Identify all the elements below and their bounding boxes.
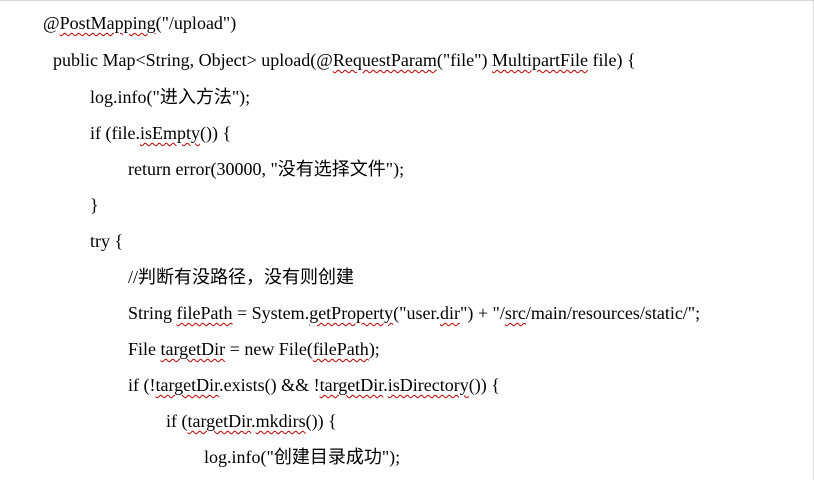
code-text: = new File( bbox=[225, 339, 313, 359]
code-line: File targetDir = new File(filePath); bbox=[128, 338, 380, 360]
spellcheck-word: MultipartFile bbox=[492, 50, 588, 70]
code-line: //判断有没路径，没有则创建 bbox=[128, 266, 354, 288]
page-top-border bbox=[0, 0, 814, 1]
spellcheck-word: filePath bbox=[312, 339, 369, 359]
code-text: return error(30000, "没有选择文件"); bbox=[128, 159, 405, 179]
spellcheck-word: isDirectory bbox=[387, 375, 469, 395]
spellcheck-word: targetDir bbox=[319, 375, 384, 395]
code-line: try { bbox=[90, 230, 123, 252]
code-text: if (! bbox=[128, 375, 156, 395]
code-text: file) { bbox=[588, 50, 636, 70]
spellcheck-word: src bbox=[504, 303, 526, 323]
code-text: ()) { bbox=[200, 123, 232, 143]
code-text: public Map<String, Object> upload(@ bbox=[53, 50, 333, 70]
spellcheck-word: mkdirs bbox=[255, 411, 306, 431]
code-line: String filePath = System.getProperty("us… bbox=[128, 302, 700, 324]
code-text: ()) { bbox=[305, 411, 337, 431]
code-text: if (file. bbox=[90, 123, 140, 143]
document-page: @PostMapping("/upload") public Map<Strin… bbox=[0, 0, 814, 480]
code-text: File bbox=[128, 339, 161, 359]
code-text: ); bbox=[368, 339, 380, 359]
code-text: } bbox=[90, 195, 99, 215]
spellcheck-word: filePath bbox=[176, 303, 233, 323]
code-text: if ( bbox=[166, 411, 188, 431]
spellcheck-word: targetDir bbox=[160, 339, 226, 359]
code-line: if (!targetDir.exists() && !targetDir.is… bbox=[128, 374, 500, 396]
code-line: return error(30000, "没有选择文件"); bbox=[128, 158, 404, 180]
code-text: /main/resources/static/"; bbox=[525, 303, 701, 323]
code-text: = System. bbox=[232, 303, 310, 323]
code-line: public Map<String, Object> upload(@Reque… bbox=[53, 49, 636, 71]
spellcheck-word: dir bbox=[440, 303, 461, 323]
spellcheck-word: getProperty bbox=[309, 303, 394, 323]
code-text: ") + "/ bbox=[460, 303, 505, 323]
code-text: log.info("创建目录成功"); bbox=[204, 447, 401, 467]
spellcheck-word: targetDir bbox=[187, 411, 252, 431]
code-line: } bbox=[90, 194, 99, 216]
code-text: ("user. bbox=[393, 303, 441, 323]
spellcheck-word: isEmpty bbox=[139, 123, 200, 143]
spellcheck-word: RequestParam bbox=[332, 50, 437, 70]
code-text: .exists() && ! bbox=[219, 375, 320, 395]
code-text: ("file") bbox=[436, 50, 492, 70]
code-line: log.info("进入方法"); bbox=[90, 86, 250, 108]
code-line: if (targetDir.mkdirs()) { bbox=[166, 410, 337, 432]
code-text: ()) { bbox=[468, 375, 500, 395]
code-text: log.info("进入方法"); bbox=[90, 87, 251, 107]
code-line: log.info("创建目录成功"); bbox=[204, 446, 400, 468]
code-text: String bbox=[128, 303, 177, 323]
code-line: if (file.isEmpty()) { bbox=[90, 122, 231, 144]
code-text: //判断有没路径，没有则创建 bbox=[128, 267, 355, 287]
spellcheck-word: PostMapping bbox=[59, 13, 156, 33]
code-line: @PostMapping("/upload") bbox=[43, 12, 236, 34]
code-text: ("/upload") bbox=[155, 13, 237, 33]
spellcheck-word: targetDir bbox=[155, 375, 220, 395]
code-text: try { bbox=[90, 231, 124, 251]
code-text: @ bbox=[43, 13, 60, 33]
